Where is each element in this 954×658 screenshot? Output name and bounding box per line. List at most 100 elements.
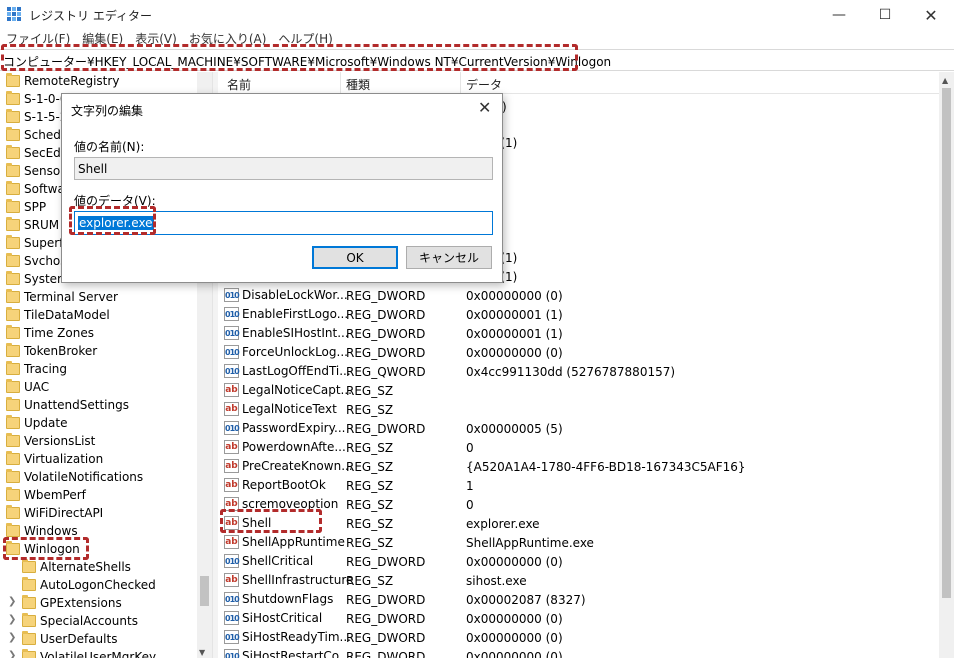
tree-child-item[interactable]: ❯ GPExtensions xyxy=(8,594,122,612)
tree-child-item[interactable]: ❯ SpecialAccounts xyxy=(8,612,138,630)
maximize-icon: ☐ xyxy=(878,7,892,23)
cell-name: 010 LastLogOffEndTi... xyxy=(224,364,351,378)
tree-item-label: UAC xyxy=(24,380,50,394)
table-row[interactable]: ab scremoveoption REG_SZ 0 xyxy=(219,495,939,514)
table-row[interactable]: 010 PasswordExpiry... REG_DWORD 0x00000005 … xyxy=(219,419,939,438)
tree-item[interactable]: TileDataModel xyxy=(6,306,110,324)
cell-name: ab PreCreateKnown... xyxy=(224,459,353,473)
cancel-button[interactable]: キャンセル xyxy=(406,246,492,269)
cell-name: 010 EnableSIHostInt... xyxy=(224,326,349,340)
table-row[interactable]: ab Shell REG_SZ explorer.exe xyxy=(219,514,939,533)
folder-icon xyxy=(6,289,20,303)
cell-type: REG_DWORD xyxy=(346,555,426,569)
reg-string-icon: ab xyxy=(224,573,239,587)
tree-item[interactable]: VolatileNotifications xyxy=(6,468,143,486)
window-title: レジストリ エディター xyxy=(29,9,152,23)
tree-item[interactable]: WbemPerf xyxy=(6,486,86,504)
chevron-right-icon[interactable]: ❯ xyxy=(8,650,16,658)
tree-item[interactable]: Update xyxy=(6,414,67,432)
tree-item-label: Terminal Server xyxy=(24,290,118,304)
tree-item[interactable]: S-1-0-0 xyxy=(6,90,68,108)
tree-item[interactable]: Tracing xyxy=(6,360,67,378)
tree-item[interactable]: Time Zones xyxy=(6,324,94,342)
value-name: SiHostRestartCo... xyxy=(242,649,351,658)
tree-item-label: Windows xyxy=(24,524,78,538)
tree-item-label: SPP xyxy=(24,200,47,214)
cell-type: REG_DWORD xyxy=(346,593,426,607)
column-name[interactable]: 名前 xyxy=(227,76,251,93)
tree-item[interactable]: UAC xyxy=(6,378,49,396)
column-data[interactable]: データ xyxy=(466,76,502,93)
list-scroll-thumb[interactable] xyxy=(942,88,951,598)
tree-item-label: UnattendSettings xyxy=(24,398,129,412)
cell-data: 0 xyxy=(466,441,474,455)
cell-type: REG_DWORD xyxy=(346,346,426,360)
title-bar: レジストリ エディター — ☐ ✕ xyxy=(0,0,954,30)
tree-item[interactable]: System xyxy=(6,270,69,288)
close-button[interactable]: ✕ xyxy=(908,0,954,30)
tree-item-label: Sensor xyxy=(24,164,66,178)
tree-item[interactable]: Sensor xyxy=(6,162,65,180)
tree-item[interactable]: Virtualization xyxy=(6,450,103,468)
table-row[interactable]: 010 SiHostRestartCo... REG_DWORD 0x00000000… xyxy=(219,647,939,658)
tree-item[interactable]: VersionsList xyxy=(6,432,95,450)
table-row[interactable]: ab PowerdownAfte... REG_SZ 0 xyxy=(219,438,939,457)
table-row[interactable]: 010 ShutdownFlags REG_DWORD 0x00002087 (832… xyxy=(219,590,939,609)
value-name: LegalNoticeCapt... xyxy=(242,383,352,397)
cell-data: 0x00000000 (0) xyxy=(466,650,563,658)
folder-icon xyxy=(22,559,36,573)
tree-child-item[interactable]: AutoLogonChecked xyxy=(22,576,156,594)
chevron-right-icon[interactable]: ❯ xyxy=(8,632,16,643)
tree-item[interactable]: TokenBroker xyxy=(6,342,97,360)
table-row[interactable]: 010 ForceUnlockLog... REG_DWORD 0x00000000 … xyxy=(219,343,939,362)
tree-scroll-thumb[interactable] xyxy=(200,576,209,606)
tree-item[interactable]: SecEdit xyxy=(6,144,69,162)
cell-data: 0x00000000 (0) xyxy=(466,555,563,569)
folder-icon xyxy=(6,505,20,519)
tree-item[interactable]: S-1-5-2 xyxy=(6,108,68,126)
tree-child-item[interactable]: AlternateShells xyxy=(22,558,131,576)
tree-item[interactable]: SPP xyxy=(6,198,46,216)
folder-icon xyxy=(6,271,20,285)
chevron-right-icon[interactable]: ❯ xyxy=(8,596,16,607)
table-row[interactable]: 010 SiHostCritical REG_DWORD 0x00000000 (0) xyxy=(219,609,939,628)
tree-item[interactable]: UnattendSettings xyxy=(6,396,129,414)
table-row[interactable]: ab ReportBootOk REG_SZ 1 xyxy=(219,476,939,495)
cell-data: 0 xyxy=(466,498,474,512)
tree-child-item[interactable]: ❯ VolatileUserMgrKey xyxy=(8,648,156,658)
table-row[interactable]: ab LegalNoticeText REG_SZ xyxy=(219,400,939,419)
table-row[interactable]: ab ShellAppRuntime REG_SZ ShellAppRuntime.e… xyxy=(219,533,939,552)
tree-item[interactable]: Schedu xyxy=(6,126,68,144)
table-row[interactable]: 010 DisableLockWor... REG_DWORD 0x00000000 … xyxy=(219,286,939,305)
table-row[interactable]: ab LegalNoticeCapt... REG_SZ xyxy=(219,381,939,400)
maximize-button[interactable]: ☐ xyxy=(862,0,908,30)
dialog-title: 文字列の編集 xyxy=(71,104,144,118)
tree-item[interactable]: Svchos xyxy=(6,252,67,270)
folder-icon xyxy=(6,163,20,177)
tree-item[interactable]: WiFiDirectAPI xyxy=(6,504,103,522)
table-row[interactable]: 010 EnableSIHostInt... REG_DWORD 0x00000001… xyxy=(219,324,939,343)
ok-button[interactable]: OK xyxy=(312,246,398,269)
tree-item[interactable]: Softwa xyxy=(6,180,65,198)
table-row[interactable]: 010 ShellCritical REG_DWORD 0x00000000 (0) xyxy=(219,552,939,571)
chevron-right-icon[interactable]: ❯ xyxy=(8,614,16,625)
tree-item-label: WbemPerf xyxy=(24,488,86,502)
tree-child-item[interactable]: ❯ UserDefaults xyxy=(8,630,118,648)
tree-item[interactable]: RemoteRegistry xyxy=(6,72,119,90)
tree-scroll-down-icon[interactable]: ▼ xyxy=(199,648,205,657)
folder-icon xyxy=(6,307,20,321)
value-data-highlight-box xyxy=(69,206,156,235)
tree-item[interactable]: Terminal Server xyxy=(6,288,118,306)
table-row[interactable]: 010 LastLogOffEndTi... REG_QWORD 0x4cc99113… xyxy=(219,362,939,381)
table-row[interactable]: 010 SiHostReadyTim... REG_DWORD 0x00000000 … xyxy=(219,628,939,647)
minimize-button[interactable]: — xyxy=(816,0,862,30)
table-row[interactable]: ab PreCreateKnown... REG_SZ {A520A1A4-1780-… xyxy=(219,457,939,476)
dialog-close-icon[interactable]: ✕ xyxy=(478,98,491,117)
scroll-up-icon[interactable]: ▲ xyxy=(942,76,948,85)
column-type[interactable]: 種類 xyxy=(346,76,370,93)
tree-child-label: UserDefaults xyxy=(40,632,118,646)
table-row[interactable]: ab ShellInfrastructure REG_SZ sihost.exe xyxy=(219,571,939,590)
tree-item[interactable]: SRUM xyxy=(6,216,59,234)
table-row[interactable]: 010 EnableFirstLogo... REG_DWORD 0x00000001… xyxy=(219,305,939,324)
cell-data: ShellAppRuntime.exe xyxy=(466,536,594,550)
